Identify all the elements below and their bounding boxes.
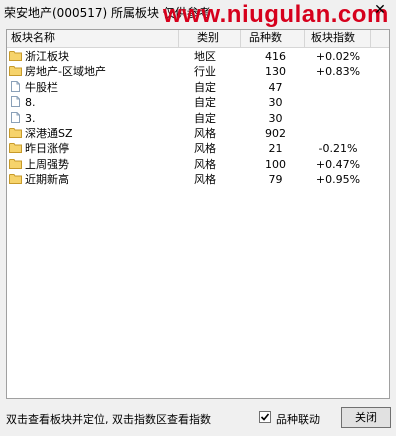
column-header-count[interactable]: 品种数 — [241, 30, 305, 47]
sector-index-cell — [307, 80, 369, 95]
folder-icon — [9, 142, 22, 154]
sector-name: 3. — [25, 111, 36, 125]
table-row[interactable]: 3. 自定 30 — [7, 111, 389, 126]
sector-count-cell: 30 — [268, 111, 283, 125]
title-bar: 荣安地产(000517) 所属板块 仅供参考 www.niugulan.com … — [0, 0, 396, 28]
watermark-text: www.niugulan.com — [163, 1, 389, 28]
table-row[interactable]: 浙江板块 地区 416 +0.02% — [7, 49, 389, 64]
sector-count-cell: 79 — [268, 173, 283, 187]
sector-index-cell: -0.21% — [318, 142, 358, 156]
sector-index-cell: +0.95% — [315, 173, 361, 187]
sector-index-cell — [307, 126, 369, 141]
sector-name-cell[interactable]: 上周强势 — [9, 157, 189, 172]
sector-name: 房地产-区域地产 — [25, 65, 106, 79]
sector-count-cell: 902 — [265, 127, 286, 140]
column-header-name[interactable]: 板块名称 — [7, 30, 179, 47]
sector-type-cell: 行业 — [194, 65, 216, 79]
sector-name: 近期新高 — [25, 173, 69, 187]
table-row[interactable]: 牛股栏 自定 47 — [7, 80, 389, 95]
column-header-type[interactable]: 类别 — [179, 30, 241, 47]
sector-index-cell: +0.02% — [315, 50, 361, 63]
table-row[interactable]: 上周强势 风格 100 +0.47% — [7, 157, 389, 172]
sector-type-cell: 自定 — [194, 80, 216, 94]
sector-type-cell: 风格 — [194, 157, 216, 171]
close-icon[interactable]: ✕ — [372, 2, 388, 18]
sector-name: 牛股栏 — [25, 80, 58, 94]
linkage-checkbox[interactable] — [259, 411, 271, 423]
sector-name: 上周强势 — [25, 157, 69, 171]
sector-count-cell: 30 — [268, 96, 283, 110]
sector-name: 昨日涨停 — [25, 142, 69, 156]
document-icon — [9, 96, 22, 108]
sector-type-cell: 自定 — [194, 96, 216, 110]
folder-icon — [9, 65, 22, 77]
document-icon — [9, 111, 22, 123]
sector-name: 深港通SZ — [25, 127, 73, 140]
sector-count-cell: 47 — [268, 80, 283, 94]
sector-table: 板块名称 类别 品种数 板块指数 浙江板块 地区 416 +0.02% 房地产-区域地产… — [6, 29, 390, 399]
sector-count-cell: 130 — [265, 65, 286, 79]
sector-count-cell: 416 — [265, 50, 286, 63]
sector-name-cell[interactable]: 近期新高 — [9, 172, 189, 187]
sector-name-cell[interactable]: 深港通SZ — [9, 126, 189, 141]
sector-type-cell: 地区 — [194, 50, 216, 63]
table-row[interactable]: 昨日涨停 风格 21 -0.21% — [7, 141, 389, 156]
hint-text: 双击查看板块并定位, 双击指数区查看指数 — [6, 413, 211, 426]
sector-type-cell: 风格 — [194, 142, 216, 156]
sector-count-cell: 21 — [268, 142, 283, 156]
sector-index-cell: +0.83% — [315, 65, 361, 79]
close-button[interactable]: 关闭 — [341, 407, 391, 428]
sector-name-cell[interactable]: 牛股栏 — [9, 80, 189, 95]
sector-name-cell[interactable]: 3. — [9, 111, 189, 126]
sector-index-cell — [307, 95, 369, 110]
sector-name-cell[interactable]: 房地产-区域地产 — [9, 64, 189, 79]
checkmark-icon — [260, 413, 270, 421]
sector-name-cell[interactable]: 浙江板块 — [9, 49, 189, 64]
folder-icon — [9, 158, 22, 169]
folder-icon — [9, 50, 22, 61]
table-row[interactable]: 房地产-区域地产 行业 130 +0.83% — [7, 64, 389, 79]
table-header: 板块名称 类别 品种数 板块指数 — [7, 30, 389, 48]
sector-name-cell[interactable]: 昨日涨停 — [9, 141, 189, 156]
table-row[interactable]: 近期新高 风格 79 +0.95% — [7, 172, 389, 187]
table-row[interactable]: 8. 自定 30 — [7, 95, 389, 110]
sector-type-cell: 自定 — [194, 111, 216, 125]
sector-index-cell — [307, 111, 369, 126]
sector-name: 浙江板块 — [25, 50, 69, 63]
sector-type-cell: 风格 — [194, 127, 216, 140]
table-row[interactable]: 深港通SZ 风格 902 — [7, 126, 389, 141]
sector-name-cell[interactable]: 8. — [9, 95, 189, 110]
sector-count-cell: 100 — [265, 157, 286, 171]
folder-icon — [9, 127, 22, 138]
sector-index-cell: +0.47% — [315, 157, 361, 171]
linkage-checkbox-label[interactable]: 品种联动 — [276, 411, 320, 427]
document-icon — [9, 80, 22, 92]
sector-type-cell: 风格 — [194, 173, 216, 187]
column-header-index[interactable]: 板块指数 — [305, 30, 371, 47]
folder-icon — [9, 173, 22, 185]
sector-name: 8. — [25, 96, 36, 110]
